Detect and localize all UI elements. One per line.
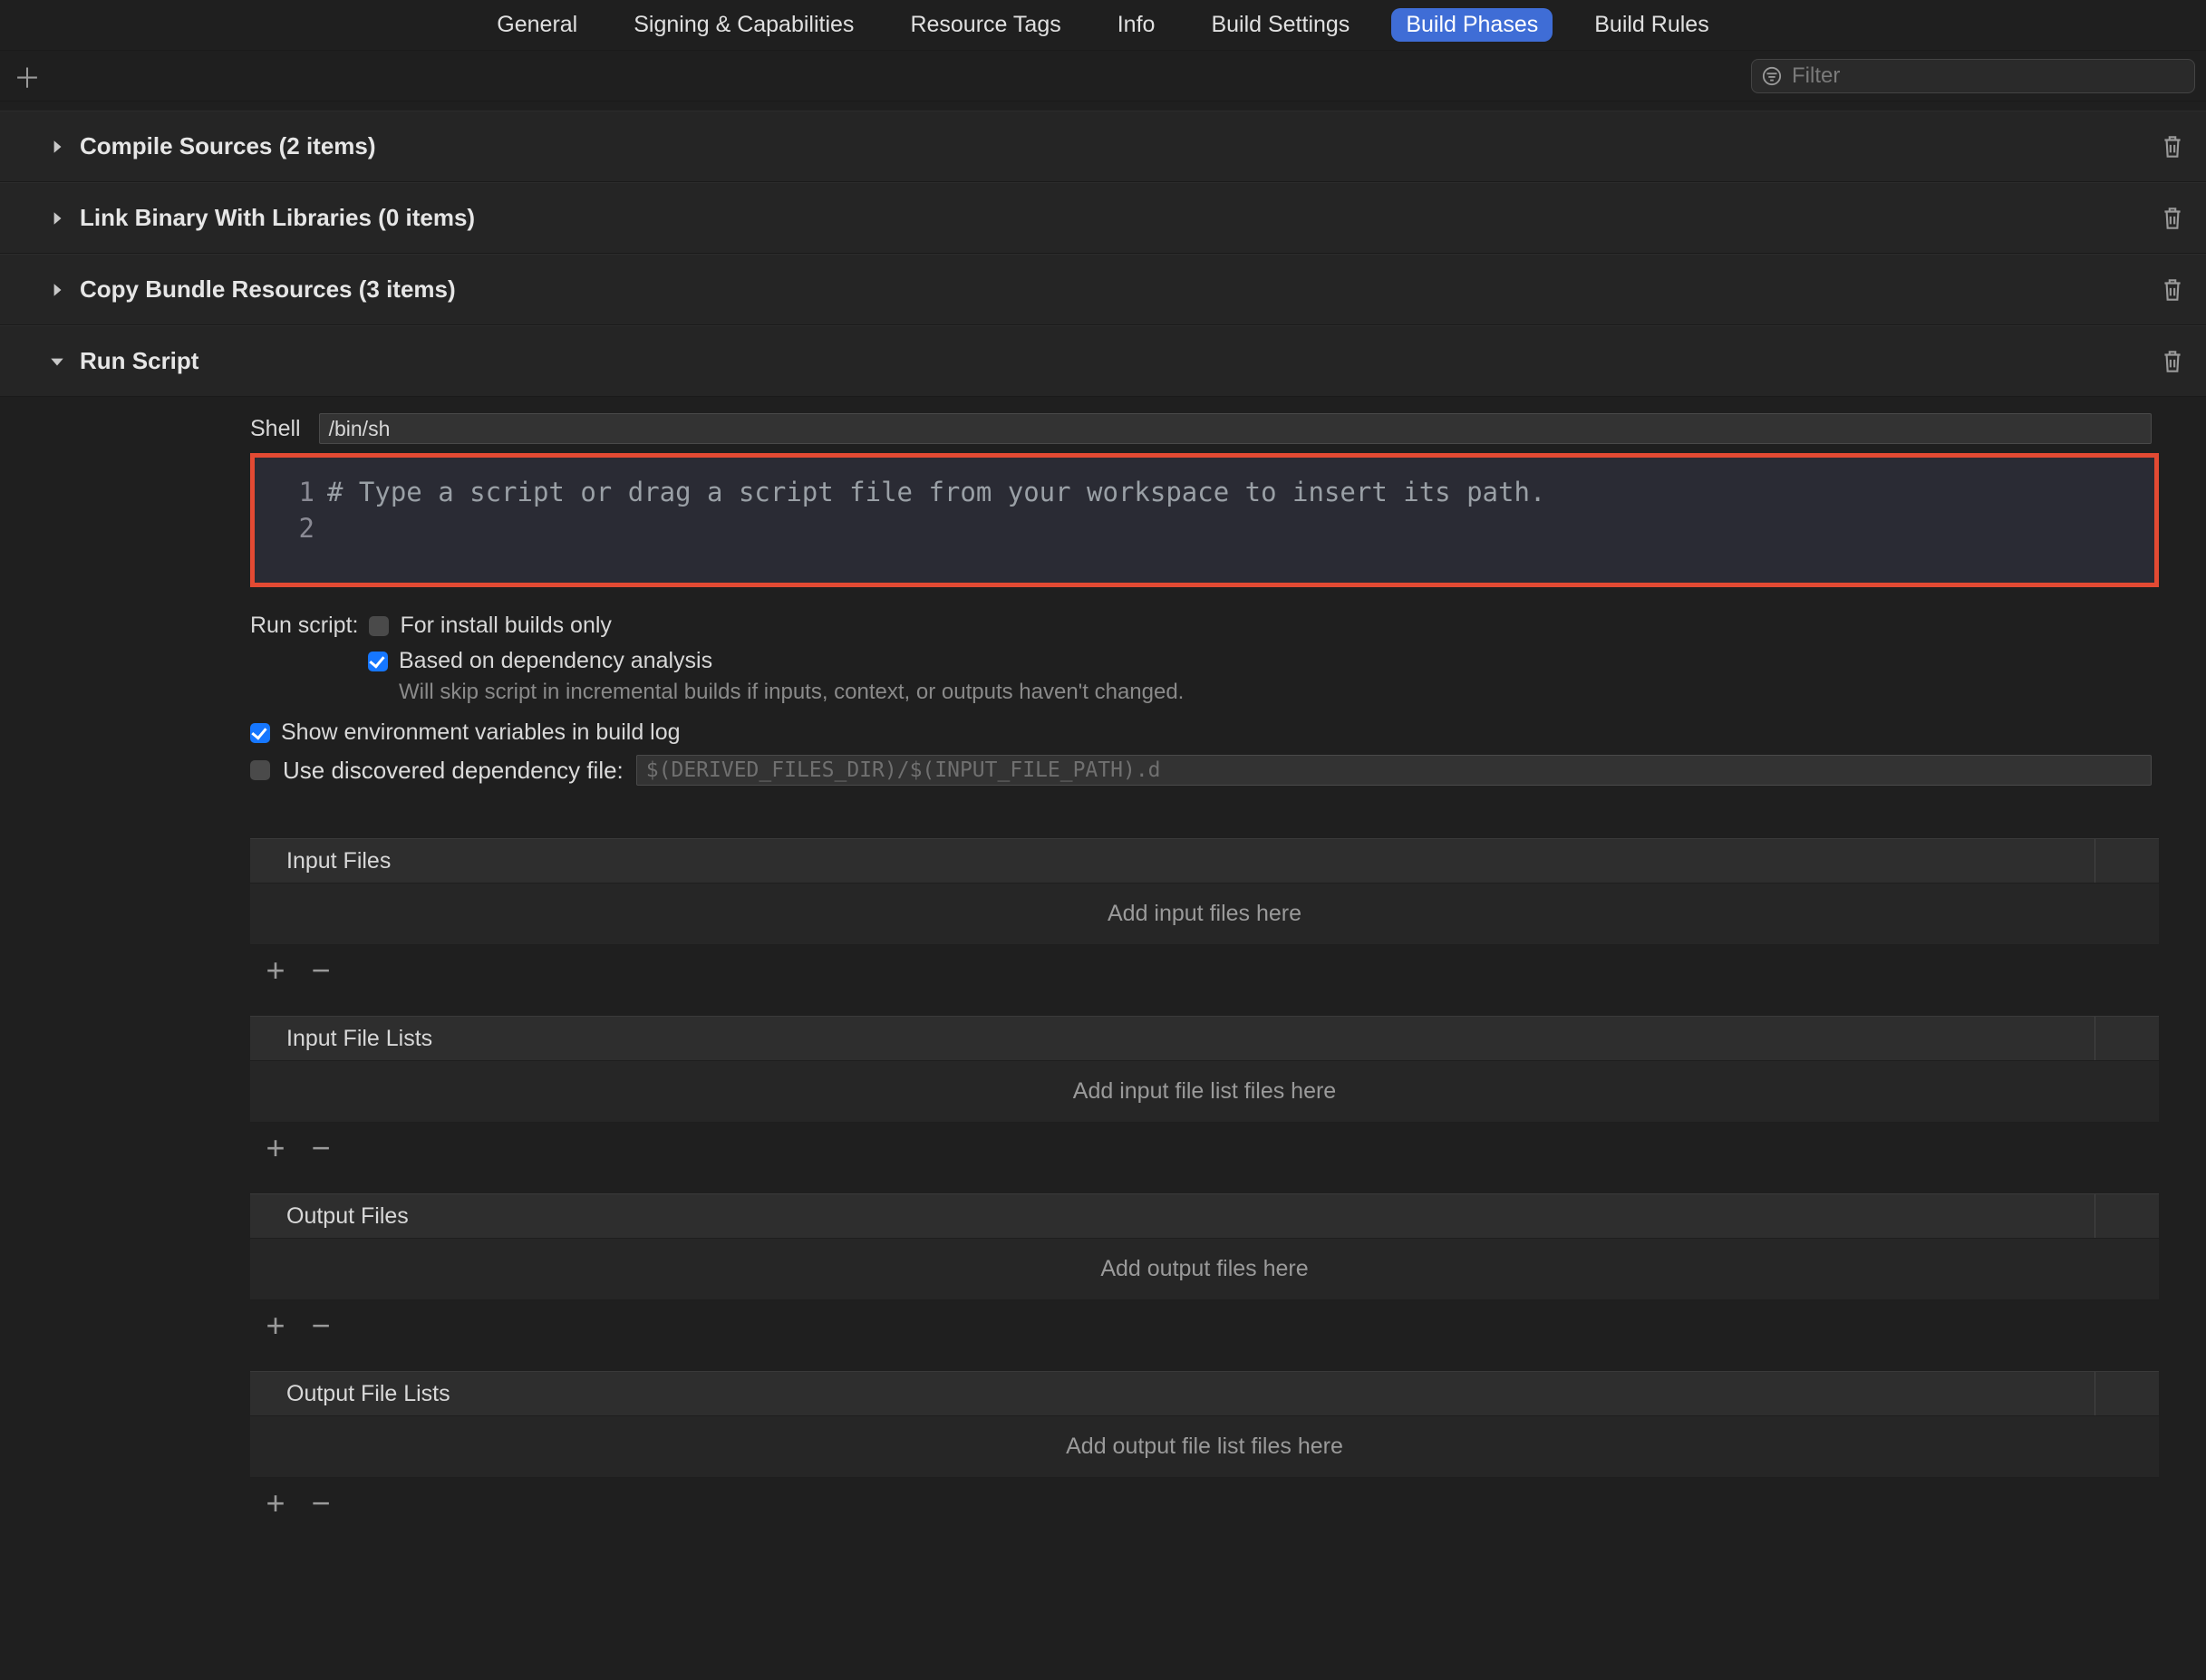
output-files-section: Output Files Add output files here + − [250,1193,2159,1351]
chevron-right-icon[interactable] [47,208,67,228]
section-title: Input Files [286,848,391,874]
remove-output-file-button[interactable]: − [308,1309,334,1342]
line-number: 2 [255,510,314,546]
remove-input-file-button[interactable]: − [308,954,334,987]
phase-run-script[interactable]: Run Script [0,325,2206,397]
add-input-file-list-button[interactable]: + [263,1132,288,1164]
checkbox-discovered-dep[interactable] [250,760,270,780]
output-file-lists-empty: Add output file list files here [250,1416,2159,1478]
section-title: Input File Lists [286,1026,432,1052]
input-file-lists-empty: Add input file list files here [250,1061,2159,1123]
output-files-footer: + − [250,1300,2159,1351]
filter-icon [1761,65,1783,87]
editor-tabs: General Signing & Capabilities Resource … [0,0,2206,51]
build-phases-list: Compile Sources (2 items) Link Binary Wi… [0,101,2206,1545]
install-only-label: For install builds only [400,613,611,639]
script-editor[interactable]: 1 2 # Type a script or drag a script fil… [250,453,2159,587]
shell-input[interactable]: /bin/sh [319,413,2152,444]
phase-title: Run Script [80,347,198,375]
trash-icon[interactable] [2161,276,2184,304]
input-files-header[interactable]: Input Files [250,838,2159,883]
dependency-analysis-label: Based on dependency analysis [399,648,712,674]
line-number: 1 [255,474,314,510]
output-file-lists-header[interactable]: Output File Lists [250,1371,2159,1416]
run-script-body: Shell /bin/sh 1 2 # Type a script or dra… [0,397,2206,1545]
add-phase-button[interactable]: ＋ [11,60,44,92]
phase-title: Copy Bundle Resources (3 items) [80,275,456,304]
chevron-right-icon[interactable] [47,137,67,157]
filter-input-placeholder: Filter [1792,63,2185,89]
output-file-lists-section: Output File Lists Add output file list f… [250,1371,2159,1529]
tab-general[interactable]: General [482,8,592,42]
plus-icon: ＋ [14,56,41,96]
show-env-row: Show environment variables in build log [250,719,2206,746]
remove-output-file-list-button[interactable]: − [308,1487,334,1520]
output-files-empty: Add output files here [250,1239,2159,1300]
phase-copy-bundle-resources[interactable]: Copy Bundle Resources (3 items) [0,254,2206,325]
add-input-file-button[interactable]: + [263,954,288,987]
output-file-lists-footer: + − [250,1478,2159,1529]
shell-label: Shell [250,416,301,442]
discovered-dep-row: Use discovered dependency file: $(DERIVE… [250,755,2152,786]
phase-title: Link Binary With Libraries (0 items) [80,204,475,232]
script-gutter: 1 2 [255,458,327,583]
tab-build-settings[interactable]: Build Settings [1196,8,1364,42]
script-code[interactable]: # Type a script or drag a script file fr… [327,458,2154,583]
trash-icon[interactable] [2161,205,2184,232]
input-file-lists-header[interactable]: Input File Lists [250,1016,2159,1061]
tab-info[interactable]: Info [1103,8,1170,42]
chevron-right-icon[interactable] [47,280,67,300]
trash-icon[interactable] [2161,348,2184,375]
filter-field[interactable]: Filter [1751,59,2195,93]
phase-compile-sources[interactable]: Compile Sources (2 items) [0,111,2206,182]
tab-build-phases[interactable]: Build Phases [1391,8,1553,42]
input-files-footer: + − [250,945,2159,996]
checkbox-show-env[interactable] [250,723,270,743]
run-script-options: Run script: For install builds only [250,613,2206,639]
input-files-empty: Add input files here [250,883,2159,945]
chevron-down-icon[interactable] [47,352,67,372]
add-output-file-list-button[interactable]: + [263,1487,288,1520]
checkbox-install-only[interactable] [369,616,389,636]
section-title: Output Files [286,1203,409,1230]
add-output-file-button[interactable]: + [263,1309,288,1342]
discovered-dep-label: Use discovered dependency file: [283,757,624,785]
phases-toolbar: ＋ Filter [0,51,2206,101]
phase-link-binary[interactable]: Link Binary With Libraries (0 items) [0,182,2206,254]
run-script-label: Run script: [250,613,358,639]
section-title: Output File Lists [286,1381,450,1407]
discovered-dep-field[interactable]: $(DERIVED_FILES_DIR)/$(INPUT_FILE_PATH).… [636,755,2152,786]
checkbox-dependency-analysis[interactable] [368,652,388,671]
shell-row: Shell /bin/sh [250,413,2206,444]
output-files-header[interactable]: Output Files [250,1193,2159,1239]
input-file-lists-section: Input File Lists Add input file list fil… [250,1016,2159,1173]
input-file-lists-footer: + − [250,1123,2159,1173]
input-files-section: Input Files Add input files here + − [250,838,2159,996]
tab-build-rules[interactable]: Build Rules [1580,8,1723,42]
trash-icon[interactable] [2161,133,2184,160]
tab-signing-capabilities[interactable]: Signing & Capabilities [619,8,868,42]
phase-title: Compile Sources (2 items) [80,132,376,160]
show-env-label: Show environment variables in build log [281,719,681,746]
dependency-hint: Will skip script in incremental builds i… [399,680,2206,705]
tab-resource-tags[interactable]: Resource Tags [895,8,1075,42]
remove-input-file-list-button[interactable]: − [308,1132,334,1164]
dependency-analysis-row: Based on dependency analysis [368,648,2206,674]
